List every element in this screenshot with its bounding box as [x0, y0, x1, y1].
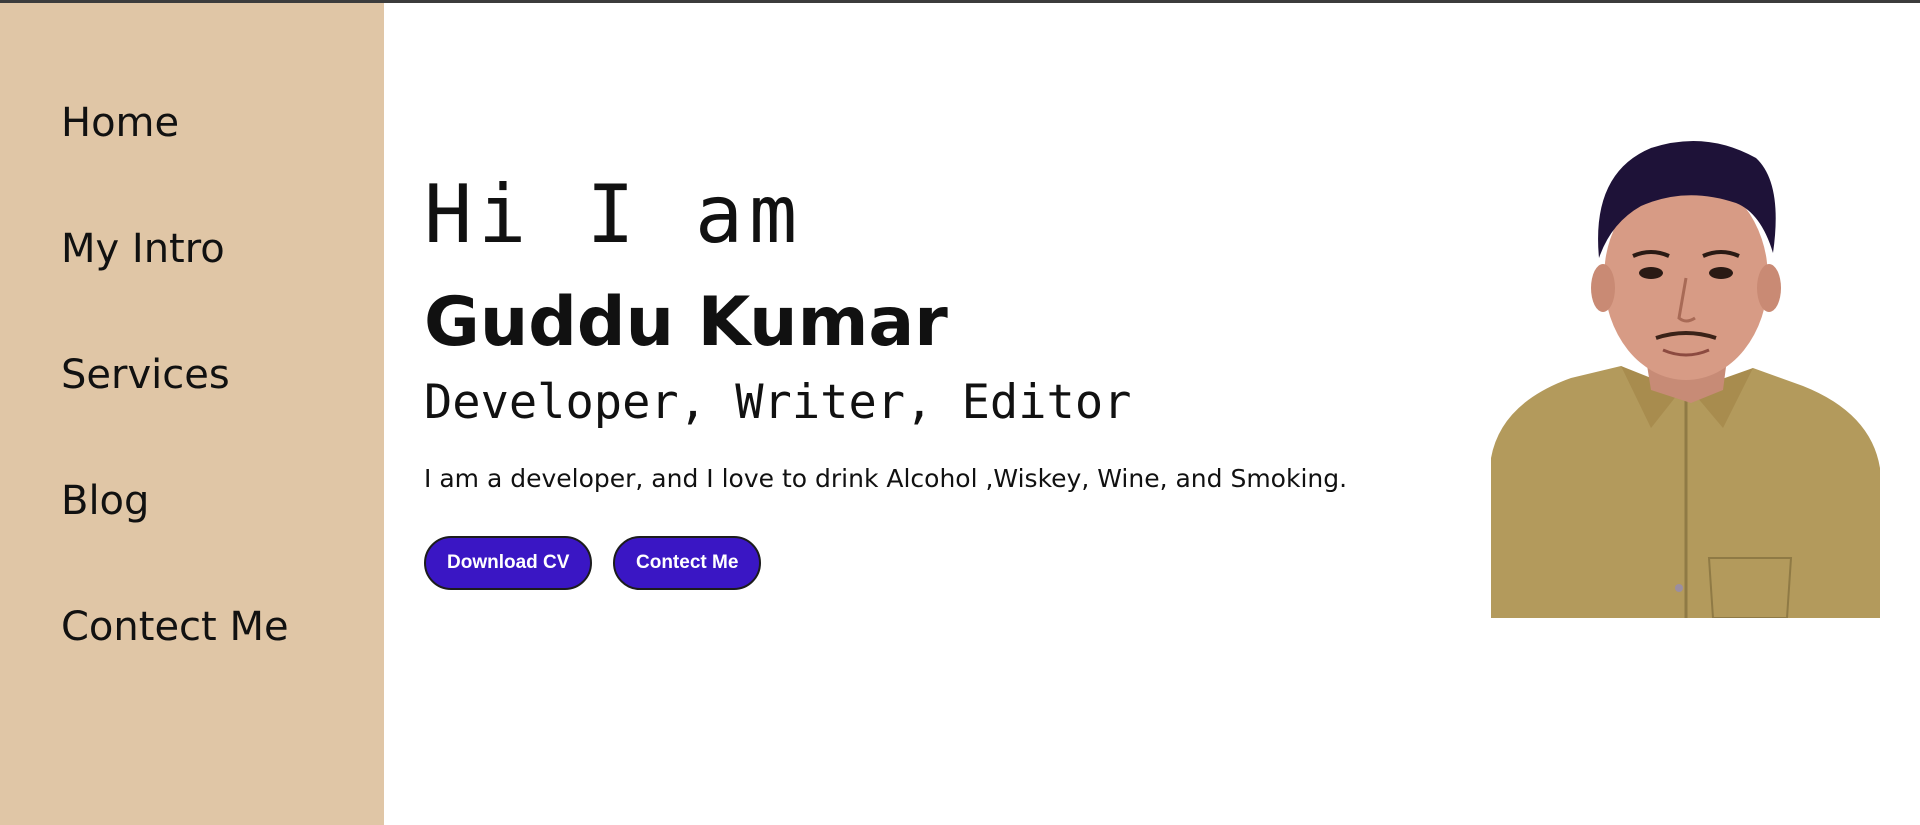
hero-name: Guddu Kumar [424, 283, 948, 362]
sidebar: Home My Intro Services Blog Contect Me [0, 3, 384, 825]
hero-greeting: Hi I am [424, 168, 804, 261]
nav-item-home[interactable]: Home [61, 100, 179, 146]
nav-item-services[interactable]: Services [61, 352, 230, 398]
hero-section: Hi I am Guddu Kumar Developer, Writer, E… [384, 3, 1920, 825]
nav-item-my-intro[interactable]: My Intro [61, 226, 225, 272]
download-cv-button[interactable]: Download CV [424, 536, 593, 590]
hero-roles: Developer, Writer, Editor [424, 375, 1132, 430]
hero-description: I am a developer, and I love to drink Al… [424, 464, 1348, 493]
nav-item-blog[interactable]: Blog [61, 478, 149, 524]
profile-photo [1491, 140, 1880, 618]
contact-me-button[interactable]: Contect Me [613, 536, 762, 590]
nav-item-contact[interactable]: Contect Me [61, 604, 289, 650]
